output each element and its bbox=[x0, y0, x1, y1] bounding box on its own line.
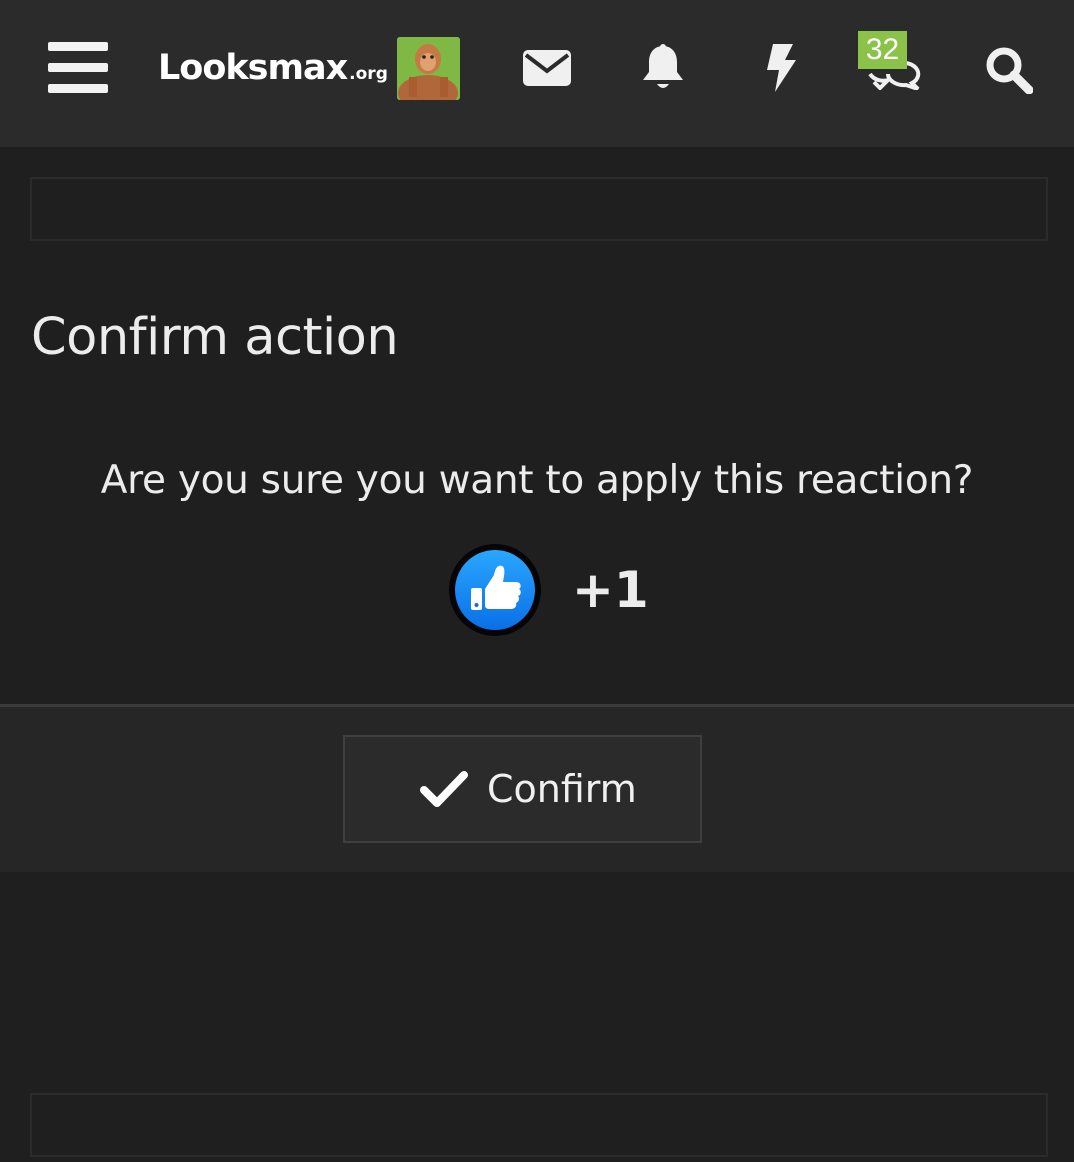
conversations-badge[interactable]: 32 bbox=[858, 31, 907, 69]
notice-box-top bbox=[30, 177, 1048, 241]
menu-icon[interactable] bbox=[48, 42, 108, 94]
bolt-icon[interactable] bbox=[763, 44, 797, 92]
avatar[interactable] bbox=[397, 37, 460, 100]
confirm-question: Are you sure you want to apply this reac… bbox=[100, 458, 974, 503]
top-navigation-bar: Looksmax .org 32 bbox=[0, 0, 1074, 147]
logo-domain: .org bbox=[349, 64, 388, 84]
confirm-button[interactable]: Confirm bbox=[343, 735, 702, 843]
mail-icon[interactable] bbox=[523, 50, 571, 86]
reaction-label: +1 bbox=[572, 561, 649, 619]
page-title: Confirm action bbox=[31, 308, 399, 367]
search-icon[interactable] bbox=[985, 46, 1033, 94]
bell-icon[interactable] bbox=[641, 44, 685, 92]
logo-text: Looksmax bbox=[158, 48, 348, 88]
thumbs-up-icon bbox=[449, 544, 541, 636]
site-logo[interactable]: Looksmax .org bbox=[158, 46, 388, 90]
confirm-button-label: Confirm bbox=[487, 767, 637, 811]
notice-box-bottom bbox=[30, 1093, 1048, 1157]
checkmark-icon bbox=[420, 770, 468, 814]
